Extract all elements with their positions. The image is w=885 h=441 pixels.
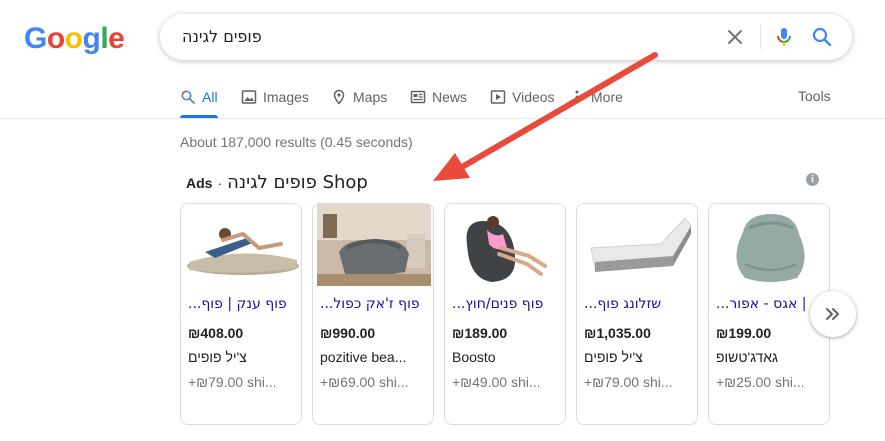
product-price: ₪1,035.00 — [584, 325, 651, 341]
product-store: גאדג'טשופ — [716, 349, 778, 365]
tab-label: Videos — [512, 89, 555, 105]
product-title[interactable]: פוף פנים/חוץ... — [452, 296, 560, 312]
search-icon — [181, 90, 195, 104]
product-image[interactable] — [449, 204, 563, 286]
product-image[interactable] — [185, 204, 299, 286]
tab-all[interactable]: All — [180, 89, 218, 105]
carousel-next-button[interactable] — [810, 291, 856, 337]
product-shipping: +₪69.00 shi... — [320, 374, 409, 390]
tab-videos[interactable]: Videos — [490, 89, 555, 105]
product-card[interactable]: פוף ז'אק כפול... ₪990.00 pozitive bea...… — [312, 203, 434, 425]
google-logo[interactable]: Google — [24, 22, 125, 56]
tab-label: More — [591, 89, 623, 105]
product-shipping: +₪25.00 shi... — [716, 374, 805, 390]
tab-label: Maps — [353, 89, 388, 105]
shopping-ads-header: Ads · פופים לגינה Shop — [186, 172, 368, 193]
product-price: ₪189.00 — [452, 325, 508, 341]
header-divider — [0, 118, 885, 119]
news-icon — [410, 90, 426, 104]
more-icon — [575, 90, 579, 104]
product-price: ₪199.00 — [716, 325, 772, 341]
product-title[interactable]: | אגס - אפור... — [716, 296, 824, 312]
tab-label: All — [202, 89, 218, 105]
search-icon[interactable] — [810, 25, 834, 49]
product-title[interactable]: פוף ענק | פוף... — [188, 296, 296, 312]
product-image[interactable] — [581, 204, 695, 286]
product-image[interactable] — [317, 204, 431, 286]
search-divider — [760, 25, 761, 49]
video-icon — [490, 90, 506, 104]
tab-maps[interactable]: Maps — [331, 89, 387, 105]
product-card[interactable]: פוף פנים/חוץ... ₪189.00 Boosto +₪49.00 s… — [444, 203, 566, 425]
map-pin-icon — [333, 89, 345, 105]
product-shipping: +₪79.00 shi... — [188, 374, 277, 390]
chevron-double-right-icon — [826, 308, 839, 320]
product-card[interactable]: פוף ענק | פוף... ₪408.00 צ'יל פופים +₪79… — [180, 203, 302, 425]
product-shipping: +₪49.00 shi... — [452, 374, 541, 390]
product-store: צ'יל פופים — [584, 349, 643, 365]
result-stats: About 187,000 results (0.45 seconds) — [180, 134, 413, 150]
separator: · — [217, 175, 223, 191]
product-store: pozitive bea... — [320, 349, 407, 365]
tab-more[interactable]: More — [569, 89, 623, 105]
product-price: ₪408.00 — [188, 325, 244, 341]
product-image[interactable] — [713, 204, 827, 286]
tools-button[interactable]: Tools — [798, 88, 831, 104]
ads-label: Ads — [186, 175, 213, 191]
search-box[interactable]: פופים לגינה — [160, 14, 852, 60]
product-title[interactable]: פוף ז'אק כפול... — [320, 296, 428, 312]
image-icon — [241, 90, 257, 104]
tab-images[interactable]: Images — [241, 89, 309, 105]
product-store: צ'יל פופים — [188, 349, 247, 365]
close-icon[interactable] — [723, 25, 747, 49]
product-title[interactable]: שזלונג פוף... — [584, 296, 692, 312]
product-shipping: +₪79.00 shi... — [584, 374, 673, 390]
shopping-title: פופים לגינה Shop — [227, 172, 368, 193]
search-input[interactable]: פופים לגינה — [182, 27, 262, 46]
tab-label: Images — [263, 89, 309, 105]
info-icon[interactable]: i — [806, 173, 819, 186]
mic-icon[interactable] — [772, 25, 796, 49]
tab-label: News — [432, 89, 468, 105]
product-price: ₪990.00 — [320, 325, 376, 341]
product-store: Boosto — [452, 349, 496, 365]
product-card[interactable]: שזלונג פוף... ₪1,035.00 צ'יל פופים +₪79.… — [576, 203, 698, 425]
tab-news[interactable]: News — [410, 89, 467, 105]
